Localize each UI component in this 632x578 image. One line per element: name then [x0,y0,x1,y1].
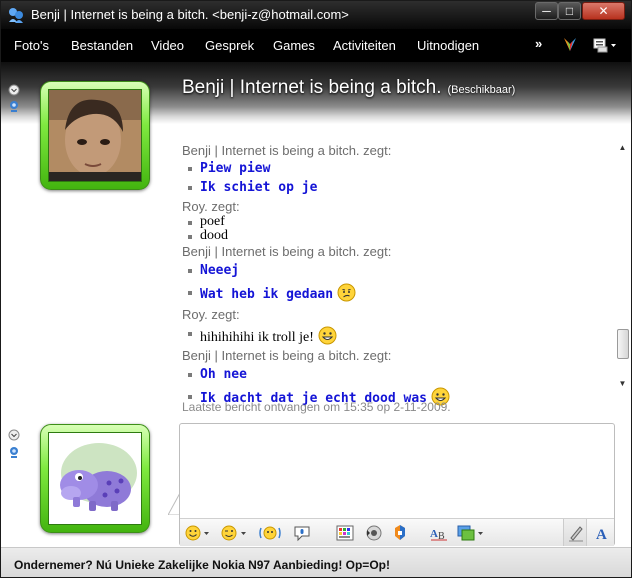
menu-item-call[interactable]: Gesprek [205,38,254,53]
menu-item-photos[interactable]: Foto's [14,38,49,53]
confused-emoticon-icon [337,283,356,302]
collapse-chevron-icon[interactable] [8,429,20,441]
message-line-with-emoticon: hihihihihi ik troll je! [182,326,612,348]
handwriting-icon [569,526,583,542]
font-icon[interactable]: A [594,524,610,542]
maximize-button[interactable]: □ [558,2,581,20]
contact-display-picture[interactable] [40,81,150,190]
message-line-with-emoticon: Wat heb ik gedaan [182,283,612,306]
webcam-icon[interactable] [8,100,20,112]
svg-text:A: A [430,528,438,540]
menu-item-games[interactable]: Games [273,38,315,53]
smile-emoticon-icon [318,326,337,345]
sender-line: Benji | Internet is being a bitch. zegt: [182,143,392,158]
messenger-logo-icon [9,8,23,23]
contact-display-name: Benji | Internet is being a bitch. (Besch… [182,77,515,99]
scroll-thumb[interactable] [617,329,629,359]
wink-icon[interactable] [220,524,248,542]
msn-butterfly-icon[interactable] [561,35,579,53]
contact-photo [48,89,142,182]
sound-icon[interactable] [364,524,384,542]
compose-toolbar: AB A [180,518,614,546]
sender-line: Roy. zegt: [182,199,240,214]
window-title: Benji | Internet is being a bitch. <benj… [31,7,349,22]
scroll-up-arrow-icon[interactable]: ▲ [614,143,631,155]
menu-item-files[interactable]: Bestanden [71,38,133,53]
message-line: poef [182,215,612,229]
message-text: Wat heb ik gedaan [200,287,334,302]
menu-item-invite[interactable]: Uitnodigen [417,38,479,53]
tools-menu-icon[interactable] [592,36,618,54]
messenger-window: Benji | Internet is being a bitch. <benj… [0,0,632,578]
own-display-picture[interactable] [40,424,150,533]
sender-line: Benji | Internet is being a bitch. zegt: [182,244,392,259]
game-icon[interactable] [391,524,409,542]
voice-clip-icon[interactable] [292,524,314,542]
menu-bar: Foto's Bestanden Video Gesprek Games Act… [1,29,631,62]
title-bar[interactable]: Benji | Internet is being a bitch. <benj… [1,1,631,29]
menu-item-video[interactable]: Video [151,38,184,53]
advertisement-bar[interactable]: Ondernemer? Nú Unieke Zakelijke Nokia N9… [1,547,631,577]
conversation-history[interactable]: Benji | Internet is being a bitch. zegt:… [182,143,612,419]
contact-photo-image [49,90,141,181]
close-button[interactable]: ✕ [582,2,625,20]
nudge-icon[interactable] [258,524,282,542]
webcam-icon[interactable] [8,446,20,458]
message-line: Neeej [182,261,612,280]
sender-line: Benji | Internet is being a bitch. zegt: [182,348,392,363]
menu-more-chevron-icon[interactable]: » [535,36,542,51]
purple-hippo-icon [49,433,141,524]
own-avatar [48,432,142,525]
message-line: Oh nee [182,365,612,384]
message-line: dood [182,229,612,243]
scroll-down-arrow-icon[interactable]: ▼ [614,379,631,391]
message-line: Ik schiet op je [182,178,612,197]
contact-name-text: Benji | Internet is being a bitch. [182,77,442,98]
emoticon-icon[interactable] [185,524,211,542]
background-icon[interactable] [335,524,355,542]
minimize-button[interactable]: ─ [535,2,558,20]
menu-item-activities[interactable]: Activiteiten [333,38,396,53]
conversation-scrollbar[interactable]: ▲ ▼ [614,143,631,401]
side-strip [1,62,23,562]
advertisement-link[interactable]: Ondernemer? Nú Unieke Zakelijke Nokia N9… [14,558,390,572]
contact-status: (Beschikbaar) [447,84,516,96]
message-text: hihihihihi ik troll je! [200,330,314,345]
collapse-chevron-icon[interactable] [8,84,20,96]
handwriting-tab[interactable] [563,519,587,546]
message-line: Piew piew [182,159,612,178]
sender-line: Roy. zegt: [182,307,240,322]
svg-text:A: A [596,527,607,542]
photo-share-icon[interactable] [456,524,484,542]
translate-icon[interactable]: AB [429,524,449,542]
last-message-timestamp: Laatste bericht ontvangen om 15:35 op 2-… [182,400,451,414]
